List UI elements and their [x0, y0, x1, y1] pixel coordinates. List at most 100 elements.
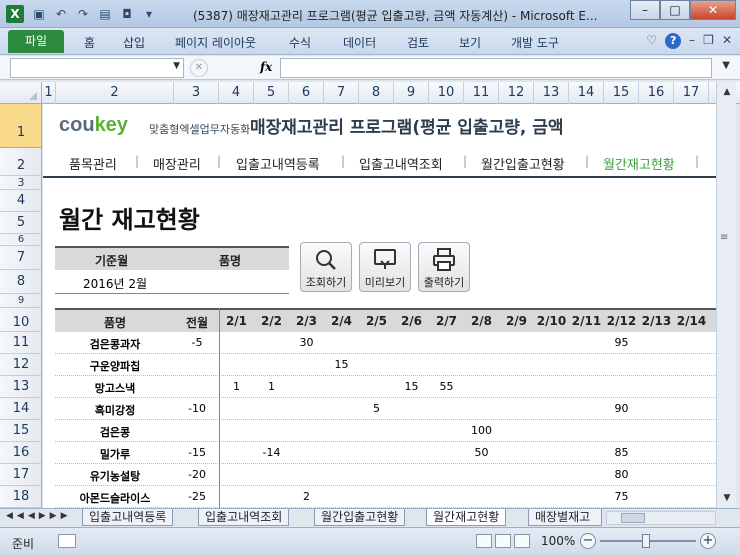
column-header[interactable]: 1	[42, 82, 56, 104]
cell-item-name[interactable]: 흑미강정	[55, 402, 175, 418]
nav-item-register[interactable]: 입출고내역등록	[236, 154, 320, 173]
customize-qat-icon[interactable]: ▾	[140, 5, 158, 23]
row-header[interactable]: 5	[0, 212, 41, 234]
tab-data[interactable]: 데이터	[343, 34, 376, 51]
row-header[interactable]: 13	[0, 376, 41, 398]
nav-item-monthly-inout[interactable]: 월간입출고현황	[481, 154, 565, 173]
help-icon[interactable]: ?	[665, 33, 682, 49]
horizontal-scrollbar[interactable]	[606, 511, 716, 525]
excel-app-icon[interactable]: X	[6, 5, 24, 23]
camera-icon[interactable]: ◘	[118, 5, 136, 23]
macro-record-icon[interactable]	[58, 534, 76, 548]
column-header[interactable]: 11	[464, 82, 499, 104]
cell-item-name[interactable]: 검은콩	[55, 424, 175, 440]
cell-item-name[interactable]: 망고스낵	[55, 380, 175, 396]
expand-formula-icon[interactable]: ▼	[722, 60, 730, 71]
tab-review[interactable]: 검토	[407, 34, 429, 51]
cell-item-name[interactable]: 검은콩과자	[55, 336, 175, 352]
chevron-down-icon[interactable]: ▼	[173, 61, 180, 71]
nav-item-items[interactable]: 품목관리	[69, 154, 117, 173]
zoom-out-button[interactable]: −	[580, 533, 596, 549]
undo-icon[interactable]: ↶	[52, 5, 70, 23]
zoom-in-button[interactable]: +	[700, 533, 716, 549]
print-button[interactable]: 출력하기	[418, 242, 470, 292]
doc-minimize-icon[interactable]: –	[689, 33, 695, 49]
row-header[interactable]: 4	[0, 190, 41, 212]
search-button[interactable]: 조회하기	[300, 242, 352, 292]
split-handle-icon[interactable]: ≡	[720, 232, 728, 243]
scroll-thumb[interactable]	[621, 513, 645, 523]
cell-day-qty[interactable]: 100	[464, 424, 499, 437]
nav-item-inquiry[interactable]: 입출고내역조회	[359, 154, 443, 173]
page-break-view-icon[interactable]	[514, 534, 530, 548]
cell-item-name[interactable]: 밀가루	[55, 446, 175, 462]
nav-item-monthly-stock[interactable]: 월간재고현황	[603, 154, 675, 173]
close-button[interactable]: ✕	[690, 0, 736, 20]
sheet-tab[interactable]: 입출고내역등록	[82, 509, 174, 526]
row-header[interactable]: 6	[0, 234, 41, 246]
column-header[interactable]: 15	[604, 82, 639, 104]
zoom-level[interactable]: 100%	[541, 534, 575, 548]
scroll-up-icon[interactable]: ▲	[719, 84, 735, 100]
cell-day-qty[interactable]: 50	[464, 446, 499, 459]
save-icon[interactable]: ▣	[30, 5, 48, 23]
cell-day-qty[interactable]: 90	[604, 402, 639, 415]
cell-day-qty[interactable]: 80	[604, 468, 639, 481]
column-header[interactable]: 8	[359, 82, 394, 104]
preview-button[interactable]: 미리보기	[359, 242, 411, 292]
page-layout-view-icon[interactable]	[495, 534, 511, 548]
doc-close-icon[interactable]: ✕	[722, 33, 732, 49]
tab-view[interactable]: 보기	[459, 34, 481, 51]
doc-restore-icon[interactable]: ❐	[703, 33, 714, 49]
sheet-tab-active[interactable]: 월간재고현황	[426, 509, 507, 526]
row-header[interactable]: 17	[0, 464, 41, 486]
cell-day-qty[interactable]: 85	[604, 446, 639, 459]
ribbon-minimize-icon[interactable]: ♡	[646, 33, 657, 49]
worksheet-grid[interactable]: coukey 맞춤형엑셀업무자동화 매장재고관리 프로그램(평균 입출고량, 금…	[43, 104, 716, 508]
row-header[interactable]: 3	[0, 176, 41, 190]
cell-prev-month[interactable]: -10	[175, 402, 219, 415]
cell-day-qty[interactable]: 95	[604, 336, 639, 349]
tab-insert[interactable]: 삽입	[123, 34, 145, 51]
cell-day-qty[interactable]: 1	[219, 380, 254, 393]
column-header[interactable]: 3	[174, 82, 219, 104]
cell-day-qty[interactable]: -14	[254, 446, 289, 459]
cell-day-qty[interactable]: 55	[429, 380, 464, 393]
cell-prev-month[interactable]: -25	[175, 490, 219, 503]
redo-icon[interactable]: ↷	[74, 5, 92, 23]
row-header[interactable]: 8	[0, 270, 41, 294]
tab-formulas[interactable]: 수식	[289, 34, 311, 51]
cell-day-qty[interactable]: 15	[324, 358, 359, 371]
cell-day-qty[interactable]: 30	[289, 336, 324, 349]
tab-home[interactable]: 홈	[84, 34, 95, 51]
column-header[interactable]: 9	[394, 82, 429, 104]
row-header[interactable]: 15	[0, 420, 41, 442]
cell-prev-month[interactable]: -15	[175, 446, 219, 459]
cell-item-name[interactable]: 구운양파칩	[55, 358, 175, 374]
form-icon[interactable]: ▤	[96, 5, 114, 23]
row-header[interactable]: 9	[0, 294, 41, 308]
row-header[interactable]: 10	[0, 308, 41, 332]
select-all-button[interactable]	[0, 82, 42, 104]
sheet-tab[interactable]: 입출고내역조회	[198, 509, 290, 526]
column-header[interactable]: 12	[499, 82, 534, 104]
cell-item-name[interactable]: 아몬드슬라이스	[55, 490, 175, 506]
row-header[interactable]: 2	[0, 148, 41, 176]
column-header[interactable]: 5	[254, 82, 289, 104]
column-header[interactable]: 16	[639, 82, 674, 104]
row-header[interactable]: 12	[0, 354, 41, 376]
cell-day-qty[interactable]: 5	[359, 402, 394, 415]
month-input[interactable]: 2016년 2월	[83, 275, 147, 292]
cell-day-qty[interactable]: 1	[254, 380, 289, 393]
sheet-nav-arrows[interactable]: ◀◀◀▶▶▶	[6, 511, 72, 521]
sheet-tab[interactable]: 월간입출고현황	[314, 509, 406, 526]
name-box[interactable]: ▼	[10, 58, 184, 78]
cell-prev-month[interactable]: -20	[175, 468, 219, 481]
formula-input[interactable]	[280, 58, 712, 78]
sheet-tab[interactable]: 매장별재고	[528, 509, 602, 526]
row-header[interactable]: 14	[0, 398, 41, 420]
nav-item-stores[interactable]: 매장관리	[153, 154, 201, 173]
minimize-button[interactable]: –	[630, 0, 660, 20]
cancel-entry-icon[interactable]: ✕	[190, 59, 208, 77]
column-header[interactable]: 7	[324, 82, 359, 104]
